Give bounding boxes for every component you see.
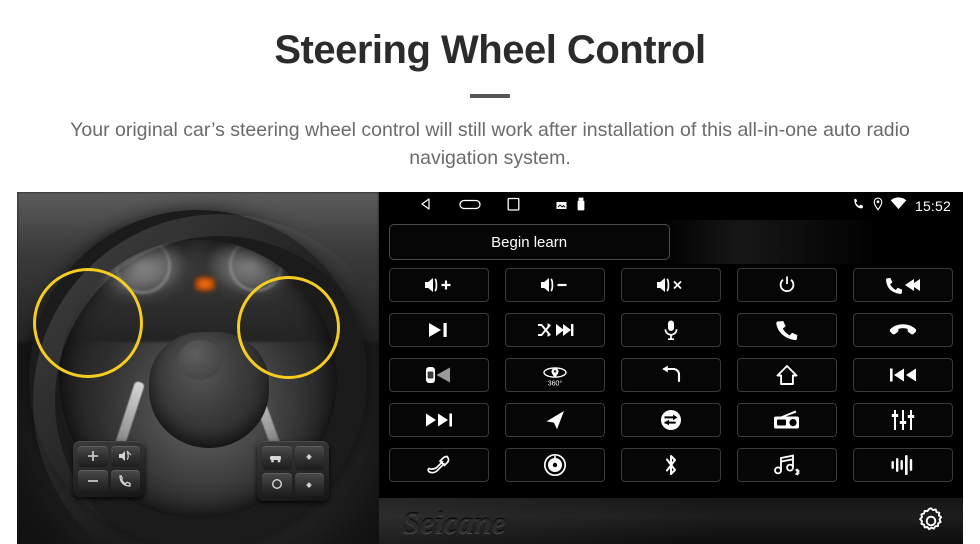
head-unit-bottom-bar: Seicane: [378, 498, 963, 544]
usb-icon[interactable]: [577, 197, 585, 216]
volume-down-button[interactable]: [504, 268, 605, 302]
page-subtitle: Your original car’s steering wheel contr…: [70, 119, 910, 170]
voice-assistant-button[interactable]: [852, 448, 953, 482]
next-track-button[interactable]: [388, 403, 489, 437]
status-clock: 15:52: [914, 198, 951, 214]
mute-button[interactable]: [620, 268, 721, 302]
bluetooth-button[interactable]: [620, 448, 721, 482]
brand-logo: Seicane: [402, 505, 506, 540]
back-button[interactable]: [620, 358, 721, 392]
begin-learn-button[interactable]: Begin learn: [388, 224, 670, 260]
steering-control-pad-right[interactable]: [257, 441, 329, 501]
hang-up-button[interactable]: [852, 313, 953, 347]
wifi-icon: [890, 197, 907, 215]
title-divider: [470, 94, 510, 98]
camera-360-button[interactable]: 360°: [504, 358, 605, 392]
volume-up-button[interactable]: [388, 268, 489, 302]
swc-button-grid: 360°: [388, 268, 954, 482]
learn-button-row: Begin learn: [378, 220, 963, 264]
answer-call-button[interactable]: [736, 313, 837, 347]
swc-phone-key[interactable]: [110, 469, 140, 492]
home-button[interactable]: [736, 358, 837, 392]
source-mode-button[interactable]: [620, 403, 721, 437]
power-button[interactable]: [736, 268, 837, 302]
highlight-circle-left: [33, 268, 143, 378]
navigation-bar-icons: [419, 197, 585, 216]
blind-spot-camera-button[interactable]: [388, 358, 489, 392]
location-icon: [872, 196, 884, 216]
android-status-bar: 15:52: [378, 192, 963, 220]
gear-icon[interactable]: [916, 506, 946, 536]
head-unit-screen: 15:52 Begin learn 360° Seicane: [378, 192, 963, 544]
bluetooth-music-button[interactable]: [736, 448, 837, 482]
phone-icon: [852, 197, 866, 216]
page-root: Steering Wheel Control Your original car…: [0, 0, 980, 544]
play-pause-button[interactable]: [388, 313, 489, 347]
screenshot-icon[interactable]: [556, 197, 567, 215]
page-header: Steering Wheel Control Your original car…: [0, 0, 980, 173]
disc-button[interactable]: [504, 448, 605, 482]
shuffle-next-button[interactable]: [504, 313, 605, 347]
steering-control-pad-left[interactable]: [73, 441, 145, 497]
aux-input-button[interactable]: [388, 448, 489, 482]
airbag-emblem: [178, 340, 222, 380]
home-icon[interactable]: [458, 197, 481, 216]
radio-button[interactable]: [736, 403, 837, 437]
equalizer-button[interactable]: [852, 403, 953, 437]
steering-wheel-photo: [17, 192, 379, 544]
swc-volume-down-key[interactable]: [78, 469, 108, 492]
system-status-icons: 15:52: [852, 192, 951, 220]
swc-cruise-key[interactable]: [262, 446, 292, 470]
page-title: Steering Wheel Control: [274, 28, 706, 72]
svg-text:360°: 360°: [547, 379, 562, 387]
swc-volume-up-key[interactable]: [78, 446, 108, 467]
swc-up-diamond-key[interactable]: [294, 446, 324, 470]
content-row: 15:52 Begin learn 360° Seicane: [17, 192, 963, 544]
microphone-button[interactable]: [620, 313, 721, 347]
swc-down-diamond-key[interactable]: [294, 472, 324, 496]
back-icon[interactable]: [419, 197, 433, 216]
phone-previous-button[interactable]: [852, 268, 953, 302]
swc-mute-speaker-key[interactable]: [110, 446, 140, 467]
highlight-circle-right: [237, 276, 340, 379]
recents-icon[interactable]: [507, 197, 520, 216]
navigation-button[interactable]: [504, 403, 605, 437]
previous-track-button[interactable]: [852, 358, 953, 392]
swc-circle-key[interactable]: [262, 472, 292, 496]
